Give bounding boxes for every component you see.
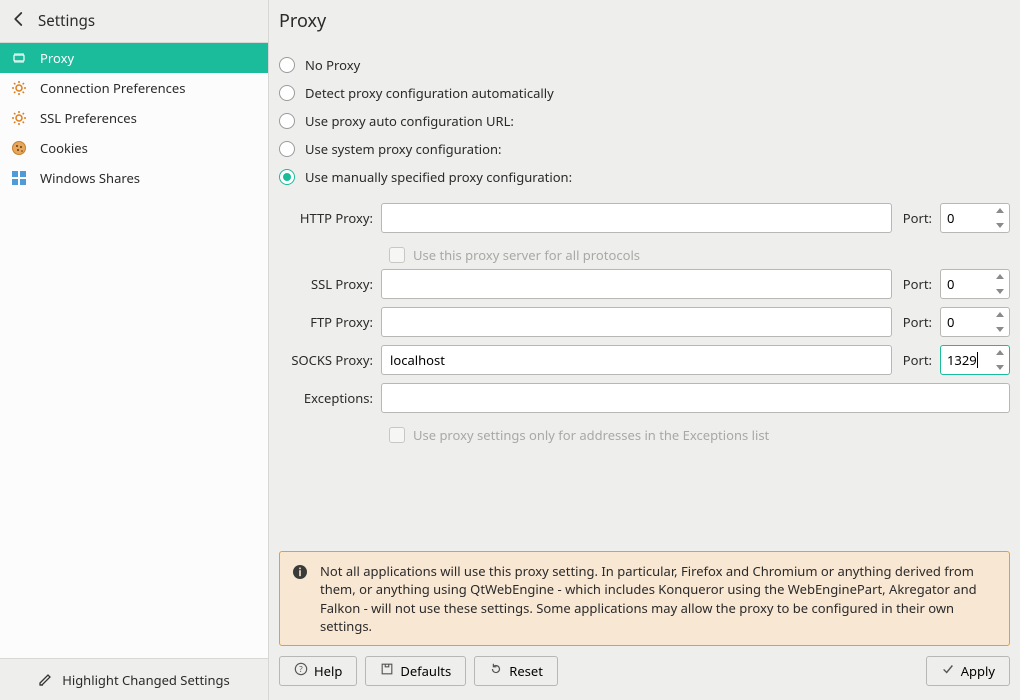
radio-icon bbox=[279, 57, 295, 73]
spin-down-icon[interactable] bbox=[993, 220, 1007, 231]
help-button[interactable]: ? Help bbox=[279, 656, 357, 686]
radio-icon bbox=[279, 113, 295, 129]
button-bar: ? Help Defaults Reset Apply bbox=[269, 656, 1020, 700]
spin-up-icon[interactable] bbox=[993, 347, 1007, 358]
spin-down-icon[interactable] bbox=[993, 286, 1007, 297]
info-icon bbox=[292, 564, 308, 635]
sidebar-list: Proxy Connection Preferences SSL Prefere… bbox=[0, 43, 268, 658]
info-notice: Not all applications will use this proxy… bbox=[279, 551, 1010, 646]
sidebar-item-label: Cookies bbox=[40, 139, 88, 157]
notice-text: Not all applications will use this proxy… bbox=[320, 562, 997, 635]
button-label: Apply bbox=[961, 662, 995, 680]
ssl-port-input[interactable] bbox=[940, 269, 1010, 299]
socks-port-input[interactable] bbox=[940, 345, 1010, 375]
ssl-proxy-label: SSL Proxy: bbox=[279, 275, 373, 293]
radio-system-proxy[interactable]: Use system proxy configuration: bbox=[279, 135, 1010, 163]
checkbox-label: Use proxy settings only for addresses in… bbox=[413, 426, 769, 444]
checkbox-icon bbox=[389, 247, 405, 263]
highlight-icon bbox=[38, 670, 54, 690]
reset-button[interactable]: Reset bbox=[474, 656, 558, 686]
sidebar-item-label: Windows Shares bbox=[40, 169, 140, 187]
defaults-button[interactable]: Defaults bbox=[365, 656, 466, 686]
spin-up-icon[interactable] bbox=[993, 205, 1007, 216]
spin-up-icon[interactable] bbox=[993, 271, 1007, 282]
main-panel: Proxy No Proxy Detect proxy configuratio… bbox=[269, 0, 1020, 700]
checkbox-label: Use this proxy server for all protocols bbox=[413, 246, 640, 264]
content: No Proxy Detect proxy configuration auto… bbox=[269, 43, 1020, 541]
radio-icon bbox=[279, 169, 295, 185]
defaults-icon bbox=[380, 662, 394, 680]
sidebar-header: Settings bbox=[0, 0, 268, 43]
spin-down-icon[interactable] bbox=[993, 362, 1007, 373]
radio-no-proxy[interactable]: No Proxy bbox=[279, 51, 1010, 79]
radio-label: No Proxy bbox=[305, 56, 360, 74]
ftp-proxy-input[interactable] bbox=[381, 307, 892, 337]
sidebar-item-label: Connection Preferences bbox=[40, 79, 185, 97]
button-label: Defaults bbox=[400, 662, 451, 680]
button-label: Help bbox=[314, 662, 342, 680]
radio-label: Use system proxy configuration: bbox=[305, 140, 502, 158]
sidebar-item-ssl-preferences[interactable]: SSL Preferences bbox=[0, 103, 268, 133]
radio-icon bbox=[279, 85, 295, 101]
radio-detect-auto[interactable]: Detect proxy configuration automatically bbox=[279, 79, 1010, 107]
help-icon: ? bbox=[294, 662, 308, 680]
spin-up-icon[interactable] bbox=[993, 309, 1007, 320]
radio-label: Use proxy auto configuration URL: bbox=[305, 112, 514, 130]
radio-manual-proxy[interactable]: Use manually specified proxy configurati… bbox=[279, 163, 1010, 191]
apply-button[interactable]: Apply bbox=[926, 656, 1010, 686]
radio-icon bbox=[279, 141, 295, 157]
svg-text:?: ? bbox=[299, 665, 303, 675]
checkbox-icon bbox=[389, 427, 405, 443]
caret-icon bbox=[977, 352, 978, 368]
check-icon bbox=[941, 662, 955, 680]
manual-proxy-form: HTTP Proxy: Port: Use t bbox=[279, 203, 1010, 449]
reset-icon bbox=[489, 662, 503, 680]
window-title: Settings bbox=[38, 11, 95, 31]
highlight-changed-settings-button[interactable]: Highlight Changed Settings bbox=[0, 658, 268, 700]
all-protocols-checkbox[interactable]: Use this proxy server for all protocols bbox=[389, 241, 1010, 269]
exceptions-only-checkbox[interactable]: Use proxy settings only for addresses in… bbox=[389, 421, 1010, 449]
socks-proxy-label: SOCKS Proxy: bbox=[279, 351, 373, 369]
exceptions-input[interactable] bbox=[381, 383, 1010, 413]
port-label: Port: bbox=[900, 275, 932, 293]
port-label: Port: bbox=[900, 313, 932, 331]
gear-icon bbox=[10, 80, 28, 96]
chip-icon bbox=[10, 50, 28, 66]
sidebar-item-connection-preferences[interactable]: Connection Preferences bbox=[0, 73, 268, 103]
sidebar-item-proxy[interactable]: Proxy bbox=[0, 43, 268, 73]
cookie-icon bbox=[10, 140, 28, 156]
gear-icon bbox=[10, 110, 28, 126]
port-label: Port: bbox=[900, 209, 932, 227]
button-label: Reset bbox=[509, 662, 543, 680]
http-port-input[interactable] bbox=[940, 203, 1010, 233]
sidebar-item-windows-shares[interactable]: Windows Shares bbox=[0, 163, 268, 193]
radio-label: Use manually specified proxy configurati… bbox=[305, 168, 572, 186]
port-label: Port: bbox=[900, 351, 932, 369]
http-proxy-label: HTTP Proxy: bbox=[279, 209, 373, 227]
ssl-proxy-input[interactable] bbox=[381, 269, 892, 299]
back-icon[interactable] bbox=[10, 10, 28, 33]
sidebar-item-label: Proxy bbox=[40, 49, 74, 67]
radio-pac-url[interactable]: Use proxy auto configuration URL: bbox=[279, 107, 1010, 135]
radio-label: Detect proxy configuration automatically bbox=[305, 84, 554, 102]
highlight-changed-label: Highlight Changed Settings bbox=[62, 671, 230, 689]
shares-icon bbox=[10, 170, 28, 186]
http-proxy-input[interactable] bbox=[381, 203, 892, 233]
sidebar-item-label: SSL Preferences bbox=[40, 109, 137, 127]
sidebar: Settings Proxy Connection Preferences bbox=[0, 0, 269, 700]
sidebar-item-cookies[interactable]: Cookies bbox=[0, 133, 268, 163]
exceptions-label: Exceptions: bbox=[279, 389, 373, 407]
socks-proxy-input[interactable] bbox=[381, 345, 892, 375]
ftp-proxy-label: FTP Proxy: bbox=[279, 313, 373, 331]
spin-down-icon[interactable] bbox=[993, 324, 1007, 335]
page-title: Proxy bbox=[269, 0, 1020, 43]
ftp-port-input[interactable] bbox=[940, 307, 1010, 337]
